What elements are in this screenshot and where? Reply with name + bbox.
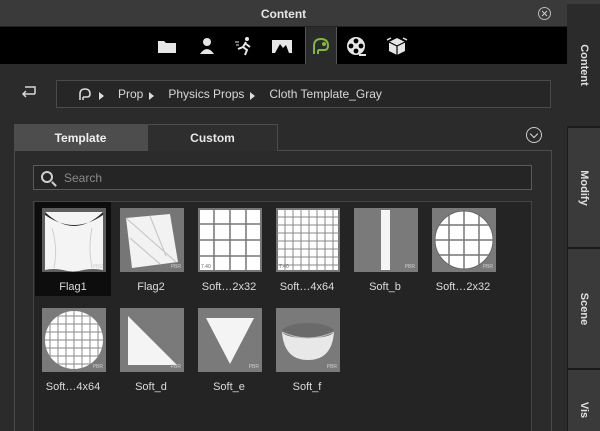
template-item[interactable]: PBR Soft_e — [191, 302, 267, 396]
pbr-badge: PBR — [482, 264, 493, 270]
template-item[interactable]: PBR Soft…2x32 — [425, 202, 501, 296]
side-tab-visual[interactable]: Vis — [567, 370, 600, 431]
pbr-badge: PBR — [170, 264, 181, 270]
thumbnail: PBR — [120, 208, 184, 272]
prop-icon[interactable] — [305, 27, 337, 64]
template-item[interactable]: PBR Flag2 — [113, 202, 189, 296]
back-icon[interactable] — [20, 84, 38, 98]
template-item[interactable]: 7.40 Soft…2x32 — [191, 202, 267, 296]
chevron-down-icon[interactable] — [526, 127, 542, 143]
thumbnail: PBR — [42, 208, 106, 272]
thumbnail: 7.40 — [276, 208, 340, 272]
item-label: Soft_b — [369, 281, 401, 293]
folder-icon[interactable] — [151, 27, 183, 64]
template-item[interactable]: PBR Flag1 — [35, 202, 111, 296]
thumbnail: 7.40 — [198, 208, 262, 272]
thumbnail: PBR — [120, 308, 184, 372]
chevron-right-icon — [149, 91, 155, 100]
item-label: Flag1 — [59, 281, 87, 293]
chevron-right-icon — [250, 91, 256, 100]
window-titlebar: Content — [0, 0, 567, 27]
pbr-badge: PBR — [248, 364, 259, 370]
window-title: Content — [260, 7, 307, 21]
item-label: Soft…2x32 — [435, 281, 491, 293]
side-tab-scene[interactable]: Scene — [567, 249, 600, 370]
close-icon[interactable] — [538, 7, 551, 20]
breadcrumb-item[interactable]: Prop — [118, 87, 143, 101]
prop-home-icon[interactable] — [77, 87, 93, 101]
breadcrumb-item[interactable]: Physics Props — [168, 87, 244, 101]
thumbnail: PBR — [276, 308, 340, 372]
pbr-badge: PBR — [92, 264, 103, 270]
search-icon — [41, 171, 53, 183]
side-tab-label: Scene — [578, 292, 590, 325]
motion-icon[interactable] — [228, 27, 260, 64]
breadcrumb-item[interactable]: Cloth Template_Gray — [269, 87, 382, 101]
avatar-icon[interactable] — [191, 27, 223, 64]
side-tab-bar: Content Modify Scene Vis — [567, 0, 600, 431]
pbr-badge: PBR — [92, 364, 103, 370]
item-label: Soft_f — [292, 381, 322, 393]
template-item[interactable]: 7.40 Soft…4x64 — [269, 202, 345, 296]
thumbnail: PBR — [354, 208, 418, 272]
thumbnail: PBR — [42, 308, 106, 372]
film-reel-icon[interactable] — [340, 27, 372, 64]
item-label: Soft_e — [213, 381, 245, 393]
size-badge: 7.40 — [279, 264, 289, 270]
item-label: Soft…4x64 — [45, 381, 101, 393]
tab-custom[interactable]: Custom — [147, 124, 278, 151]
tab-template[interactable]: Template — [14, 124, 147, 151]
side-tab-label: Modify — [578, 169, 590, 206]
side-tab-label: Content — [577, 44, 590, 86]
item-label: Soft…2x32 — [201, 281, 257, 293]
side-tab-modify[interactable]: Modify — [567, 128, 600, 249]
template-item[interactable]: PBR Soft_f — [269, 302, 345, 396]
item-label: Soft…4x64 — [279, 281, 335, 293]
side-tab-label: Vis — [578, 401, 590, 419]
search-input[interactable] — [64, 169, 504, 187]
template-item[interactable]: PBR Soft…4x64 — [35, 302, 111, 396]
search-field — [33, 165, 532, 190]
pbr-badge: PBR — [326, 364, 337, 370]
pbr-badge: PBR — [170, 364, 181, 370]
side-tab-content[interactable]: Content — [567, 4, 600, 128]
size-badge: 7.40 — [201, 264, 211, 270]
template-item[interactable]: PBR Soft_d — [113, 302, 189, 396]
chevron-right-icon — [99, 91, 104, 100]
breadcrumb: Prop Physics Props Cloth Template_Gray — [56, 80, 551, 108]
content-tabs: Template Custom — [14, 124, 552, 151]
thumbnail: PBR — [432, 208, 496, 272]
template-item[interactable]: PBR Soft_b — [347, 202, 423, 296]
thumbnail: PBR — [198, 308, 262, 372]
item-label: Soft_d — [135, 381, 167, 393]
package-icon[interactable] — [381, 27, 413, 64]
stage-icon[interactable] — [266, 27, 298, 64]
item-label: Flag2 — [137, 281, 165, 293]
pbr-badge: PBR — [404, 264, 415, 270]
category-toolbar — [0, 27, 567, 64]
